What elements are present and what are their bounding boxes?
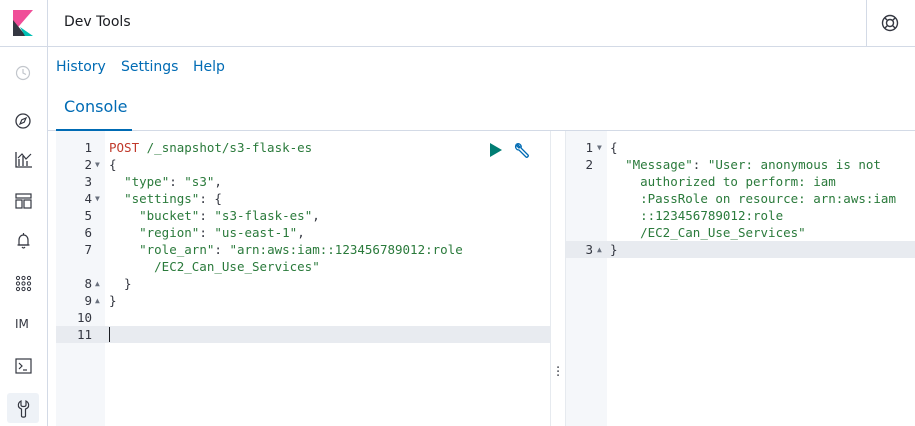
line-number: 3: [84, 174, 92, 189]
line-number: 4: [84, 191, 92, 206]
code-line: POST /_snapshot/s3-flask-es: [109, 140, 313, 155]
code-line: "Message": "User: anonymous is not: [625, 157, 881, 172]
tab-console-label: Console: [64, 97, 128, 116]
line-number: 8: [84, 276, 92, 291]
fold-arrow-up-icon[interactable]: ▲: [95, 292, 100, 309]
kibana-logo-icon: [13, 10, 33, 36]
code-line: ::123456789012:role: [640, 208, 784, 223]
line-number: 7: [84, 242, 92, 257]
line-number: 1: [585, 140, 593, 155]
request-options-wrench-icon: [514, 143, 529, 158]
nav-item-management[interactable]: [12, 397, 36, 421]
code-line: /EC2_Can_Use_Services": [640, 225, 806, 240]
nav-item-alerting[interactable]: [12, 229, 36, 253]
line-number: 5: [84, 208, 92, 223]
history-link[interactable]: History: [56, 59, 106, 75]
code-line: /EC2_Can_Use_Services": [154, 259, 320, 274]
active-line-highlight: [56, 326, 550, 343]
code-line: }: [610, 242, 618, 257]
request-options-button[interactable]: [514, 142, 532, 163]
fold-arrow-down-icon[interactable]: ▼: [95, 156, 100, 173]
fold-arrow-down-icon[interactable]: ▼: [95, 190, 100, 207]
code-line: "role_arn": "arn:aws:iam::123456789012:r…: [139, 242, 463, 257]
code-line: }: [109, 293, 117, 308]
discover-compass-icon: [15, 113, 31, 129]
response-editor: 1 ▼{2 "Message": "User: anonymous is not …: [566, 131, 915, 426]
play-request-icon: [490, 143, 502, 157]
apps-grid-icon: [15, 275, 32, 292]
code-line: }: [109, 276, 132, 291]
nav-item-recently-viewed[interactable]: [12, 61, 36, 85]
nav-item-visualize[interactable]: [12, 148, 36, 172]
index-management-label: IM: [15, 317, 29, 331]
code-line: {: [610, 140, 618, 155]
nav-item-index-management[interactable]: IM: [12, 313, 36, 337]
resize-dots-icon: · · ·: [556, 361, 561, 384]
side-navigation: IM: [0, 47, 48, 426]
line-number: 3: [585, 242, 593, 257]
code-line: "bucket": "s3-flask-es",: [139, 208, 320, 223]
line-number: 6: [84, 225, 92, 240]
line-number: 11: [76, 327, 92, 342]
code-line: "type": "s3",: [124, 174, 222, 189]
line-number: 1: [84, 140, 92, 155]
fold-arrow-up-icon[interactable]: ▲: [597, 241, 602, 258]
help-lifebuoy-icon: [881, 14, 899, 32]
request-editor[interactable]: 1 POST /_snapshot/s3-flask-es 2 ▼{3 "type":…: [56, 131, 550, 426]
visualize-chart-icon: [15, 152, 32, 168]
send-request-button[interactable]: [489, 143, 503, 160]
response-gutter: [566, 131, 607, 426]
help-menu-button[interactable]: [866, 0, 915, 47]
line-number: 2: [84, 157, 92, 172]
alerting-bell-icon: [17, 233, 30, 249]
code-line: :PassRole on resource: arn:aws:iam: [640, 191, 896, 206]
app-header: Dev Tools: [0, 0, 915, 47]
text-cursor: [109, 327, 110, 342]
tab-bar: Console: [48, 88, 915, 131]
nav-item-dev-tools[interactable]: [12, 354, 36, 378]
fold-arrow-down-icon[interactable]: ▼: [597, 139, 602, 156]
code-line: authorized to perform: iam: [640, 174, 836, 189]
help-link[interactable]: Help: [193, 59, 225, 75]
line-number: 2: [585, 157, 593, 172]
settings-link[interactable]: Settings: [121, 59, 178, 75]
tab-console[interactable]: Console: [56, 88, 132, 131]
code-line: {: [109, 157, 117, 172]
fold-arrow-up-icon[interactable]: ▲: [95, 275, 100, 292]
code-line: "settings": {: [124, 191, 222, 206]
code-line: "region": "us-east-1",: [139, 225, 305, 240]
management-wrench-icon: [17, 400, 30, 418]
nav-item-apps[interactable]: [12, 271, 36, 295]
recently-viewed-icon: [15, 65, 31, 81]
nav-item-dashboard[interactable]: [12, 189, 36, 213]
active-line-highlight: [566, 241, 915, 258]
nav-item-discover[interactable]: [12, 109, 36, 133]
kibana-logo[interactable]: [0, 0, 48, 47]
line-number: 10: [76, 310, 92, 325]
app-title: Dev Tools: [64, 14, 131, 30]
editor-resize-handle[interactable]: · · ·: [550, 131, 566, 426]
line-number: 9: [84, 293, 92, 308]
console-terminal-icon: [15, 358, 32, 374]
dashboard-icon: [15, 193, 32, 209]
